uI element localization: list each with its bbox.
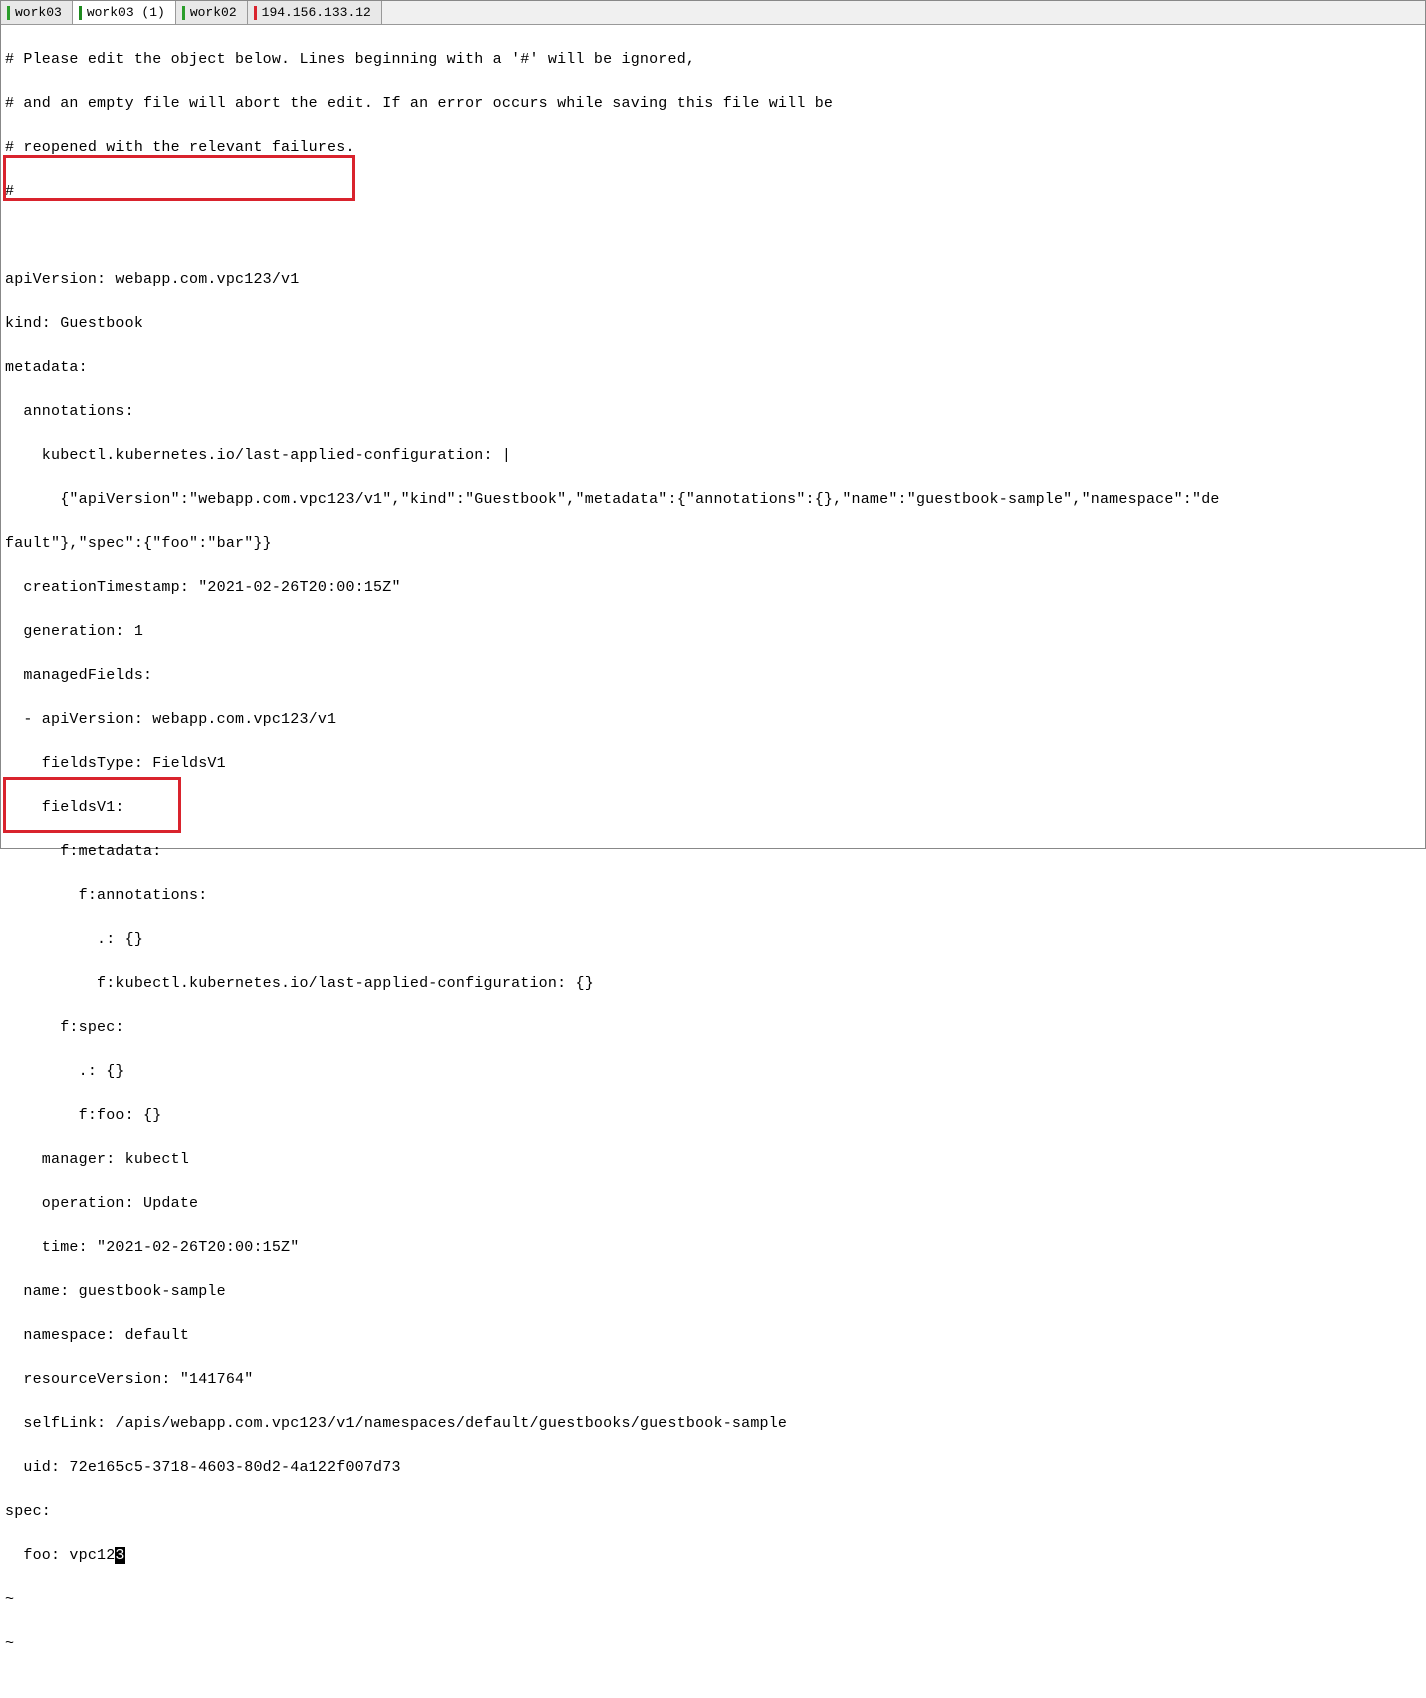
- tab-label: work03: [15, 5, 62, 20]
- editor-line: creationTimestamp: "2021-02-26T20:00:15Z…: [5, 577, 1421, 599]
- editor-line: f:annotations:: [5, 885, 1421, 907]
- editor-line: operation: Update: [5, 1193, 1421, 1215]
- editor-line: # Please edit the object below. Lines be…: [5, 49, 1421, 71]
- editor-line: # and an empty file will abort the edit.…: [5, 93, 1421, 115]
- tab-work02[interactable]: work02: [176, 1, 248, 24]
- editor-line: .: {}: [5, 1061, 1421, 1083]
- tab-marker-icon: [79, 6, 82, 20]
- editor-line: namespace: default: [5, 1325, 1421, 1347]
- tab-marker-icon: [254, 6, 257, 20]
- editor-line: f:spec:: [5, 1017, 1421, 1039]
- tab-work03-1[interactable]: work03 (1): [73, 1, 176, 24]
- tab-marker-icon: [7, 6, 10, 20]
- editor-line: annotations:: [5, 401, 1421, 423]
- editor-tilde-line: ~: [5, 1589, 1421, 1611]
- editor-line: f:foo: {}: [5, 1105, 1421, 1127]
- editor-line: apiVersion: webapp.com.vpc123/v1: [5, 269, 1421, 291]
- editor-line: .: {}: [5, 929, 1421, 951]
- editor-line: - apiVersion: webapp.com.vpc123/v1: [5, 709, 1421, 731]
- editor-line: kind: Guestbook: [5, 313, 1421, 335]
- editor-text: foo: vpc12: [5, 1547, 115, 1564]
- editor-line: f:kubectl.kubernetes.io/last-applied-con…: [5, 973, 1421, 995]
- tab-label: work02: [190, 5, 237, 20]
- editor-line: generation: 1: [5, 621, 1421, 643]
- editor-line: {"apiVersion":"webapp.com.vpc123/v1","ki…: [5, 489, 1421, 511]
- editor-line: f:metadata:: [5, 841, 1421, 863]
- tab-label: 194.156.133.12: [262, 5, 371, 20]
- editor-line: fault"},"spec":{"foo":"bar"}}: [5, 533, 1421, 555]
- editor-line: time: "2021-02-26T20:00:15Z": [5, 1237, 1421, 1259]
- tab-marker-icon: [182, 6, 185, 20]
- tab-work03[interactable]: work03: [1, 1, 73, 24]
- editor-line: #: [5, 181, 1421, 203]
- editor-line: metadata:: [5, 357, 1421, 379]
- editor-line: foo: vpc123: [5, 1545, 1421, 1567]
- editor-line: kubectl.kubernetes.io/last-applied-confi…: [5, 445, 1421, 467]
- tab-bar: work03 work03 (1) work02 194.156.133.12: [1, 1, 1425, 25]
- editor-line: resourceVersion: "141764": [5, 1369, 1421, 1391]
- editor-line: # reopened with the relevant failures.: [5, 137, 1421, 159]
- editor-tilde-line: ~: [5, 1633, 1421, 1655]
- tab-label: work03 (1): [87, 5, 165, 20]
- editor-line: selfLink: /apis/webapp.com.vpc123/v1/nam…: [5, 1413, 1421, 1435]
- editor-line: managedFields:: [5, 665, 1421, 687]
- editor-area[interactable]: # Please edit the object below. Lines be…: [1, 25, 1425, 1698]
- editor-line: uid: 72e165c5-3718-4603-80d2-4a122f007d7…: [5, 1457, 1421, 1479]
- cursor: 3: [115, 1547, 124, 1564]
- editor-line: fieldsType: FieldsV1: [5, 753, 1421, 775]
- editor-line: manager: kubectl: [5, 1149, 1421, 1171]
- editor-line: spec:: [5, 1501, 1421, 1523]
- editor-line: fieldsV1:: [5, 797, 1421, 819]
- editor-line: [5, 225, 1421, 247]
- tab-ip[interactable]: 194.156.133.12: [248, 1, 382, 24]
- editor-line: name: guestbook-sample: [5, 1281, 1421, 1303]
